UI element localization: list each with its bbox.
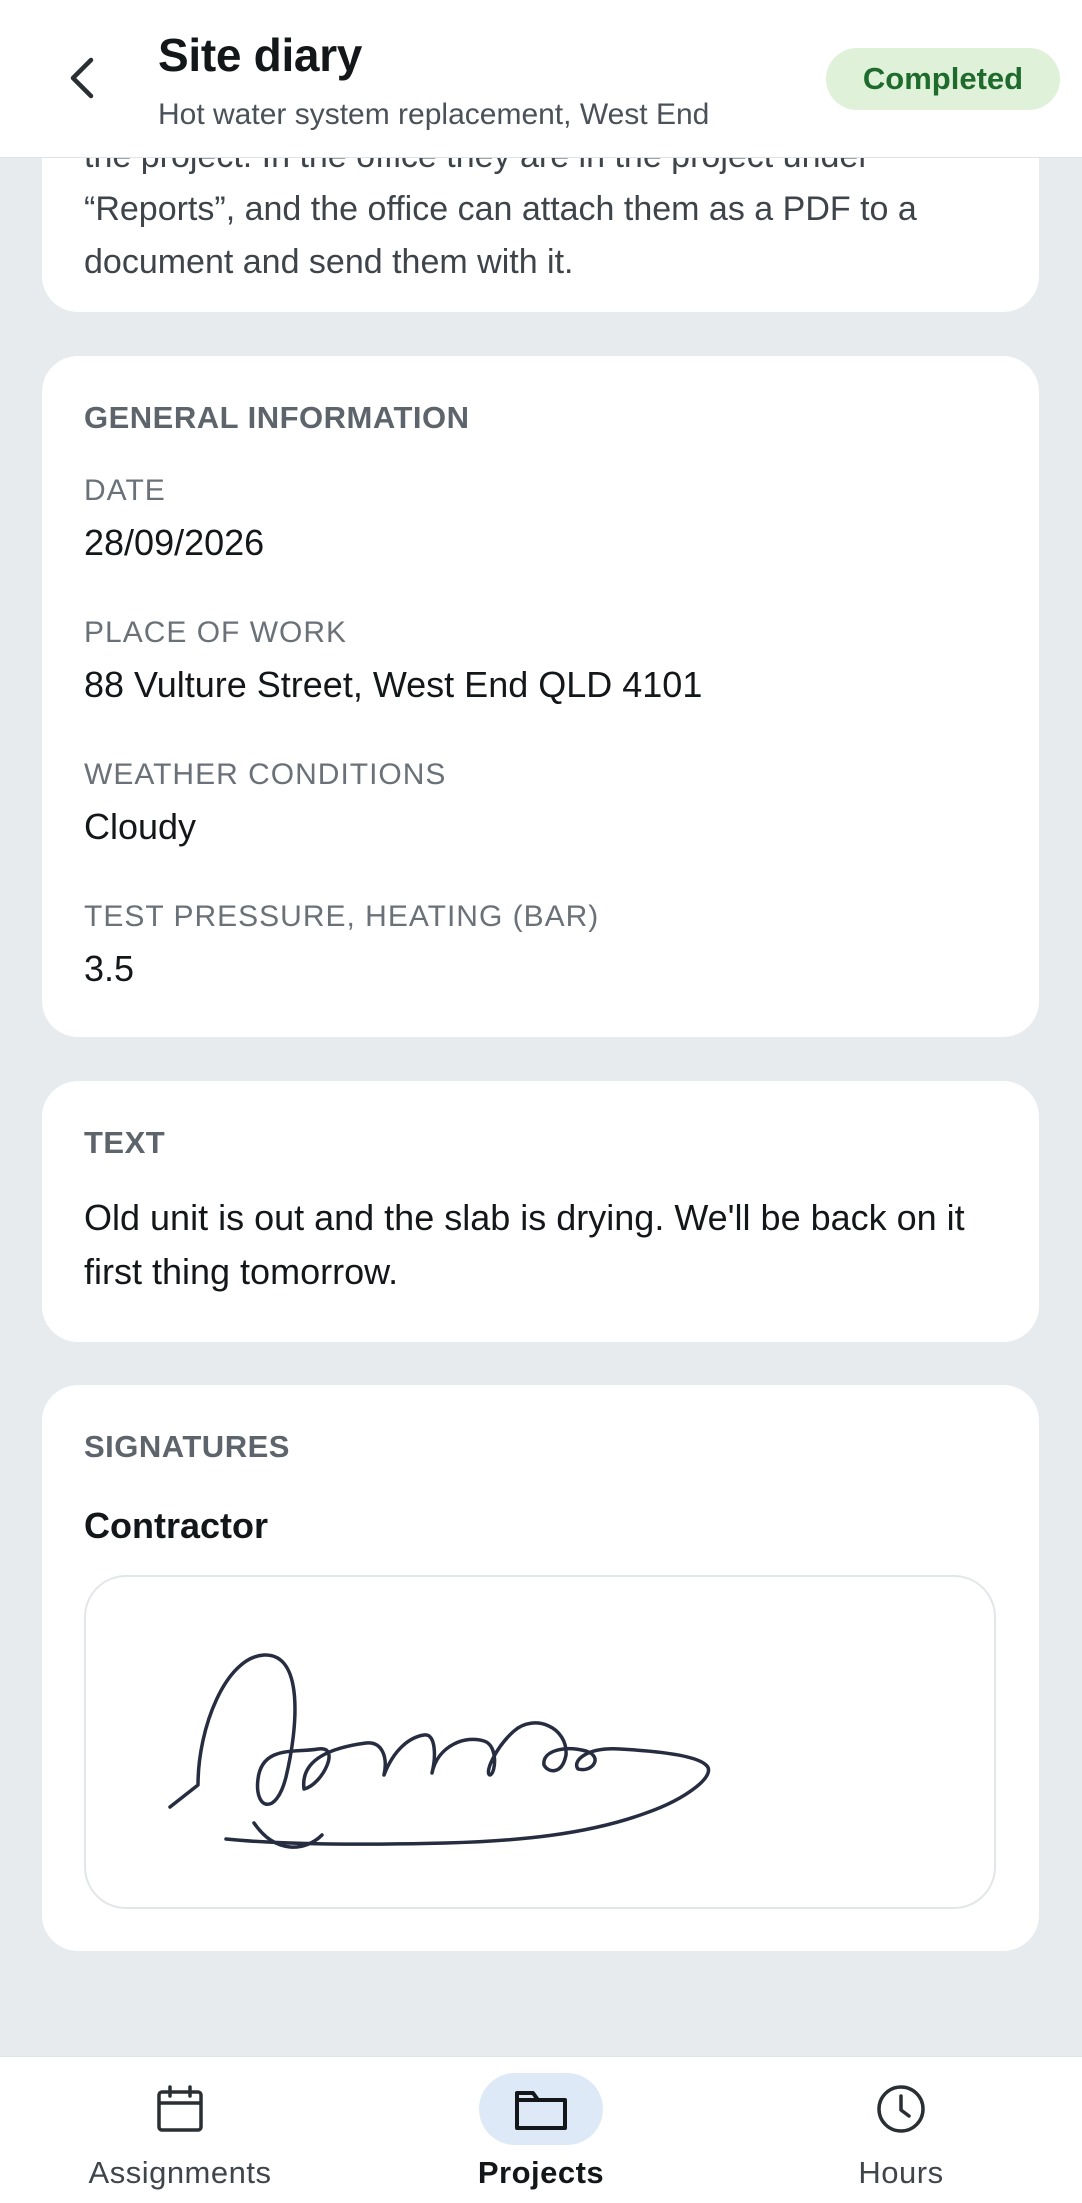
- signer-role: Contractor: [84, 1505, 269, 1546]
- signature-box: [84, 1575, 996, 1909]
- nav-label-projects: Projects: [477, 2155, 605, 2190]
- nav-item-projects[interactable]: Projects: [391, 2057, 691, 2203]
- text-card: TEXT Old unit is out and the slab is dry…: [42, 1081, 1039, 1342]
- general-information-card: GENERAL INFORMATION DATE 28/09/2026 PLAC…: [42, 356, 1039, 1037]
- nav-item-hours[interactable]: Hours: [751, 2057, 1051, 2203]
- weather-label: WEATHER CONDITIONS: [84, 758, 447, 791]
- signature-image: [168, 1653, 711, 1849]
- place-of-work-label: PLACE OF WORK: [84, 616, 348, 649]
- bottom-navigation: Assignments Projects Hours: [0, 2056, 1082, 2203]
- nav-icon-container: [118, 2073, 242, 2145]
- chevron-left-icon: [70, 57, 94, 99]
- test-pressure-label: TEST PRESSURE, HEATING (BAR): [84, 900, 600, 933]
- section-heading-general: GENERAL INFORMATION: [84, 400, 470, 435]
- nav-label-hours: Hours: [858, 2155, 944, 2190]
- test-pressure-value: 3.5: [84, 948, 135, 989]
- back-button[interactable]: [54, 50, 110, 106]
- status-badge: Completed: [826, 48, 1060, 110]
- section-heading-signatures: SIGNATURES: [84, 1429, 290, 1464]
- section-heading-text: TEXT: [84, 1125, 166, 1160]
- weather-value: Cloudy: [84, 806, 197, 847]
- calendar-icon: [157, 2085, 203, 2132]
- nav-icon-container-active: [479, 2073, 603, 2145]
- diary-text: Old unit is out and the slab is drying. …: [84, 1197, 965, 1292]
- date-label: DATE: [84, 474, 166, 507]
- signatures-card: SIGNATURES Contractor: [42, 1385, 1039, 1951]
- place-of-work-value: 88 Vulture Street, West End QLD 4101: [84, 664, 703, 705]
- top-bar: Site diary Hot water system replacement,…: [0, 0, 1082, 158]
- nav-item-assignments[interactable]: Assignments: [30, 2057, 330, 2203]
- clock-icon: [877, 2085, 925, 2133]
- page-title: Site diary: [158, 29, 363, 81]
- nav-icon-container: [839, 2073, 963, 2145]
- folder-icon: [515, 2091, 567, 2130]
- date-value: 28/09/2026: [84, 522, 265, 563]
- nav-label-assignments: Assignments: [88, 2155, 272, 2190]
- page-subtitle: Hot water system replacement, West End: [158, 98, 710, 131]
